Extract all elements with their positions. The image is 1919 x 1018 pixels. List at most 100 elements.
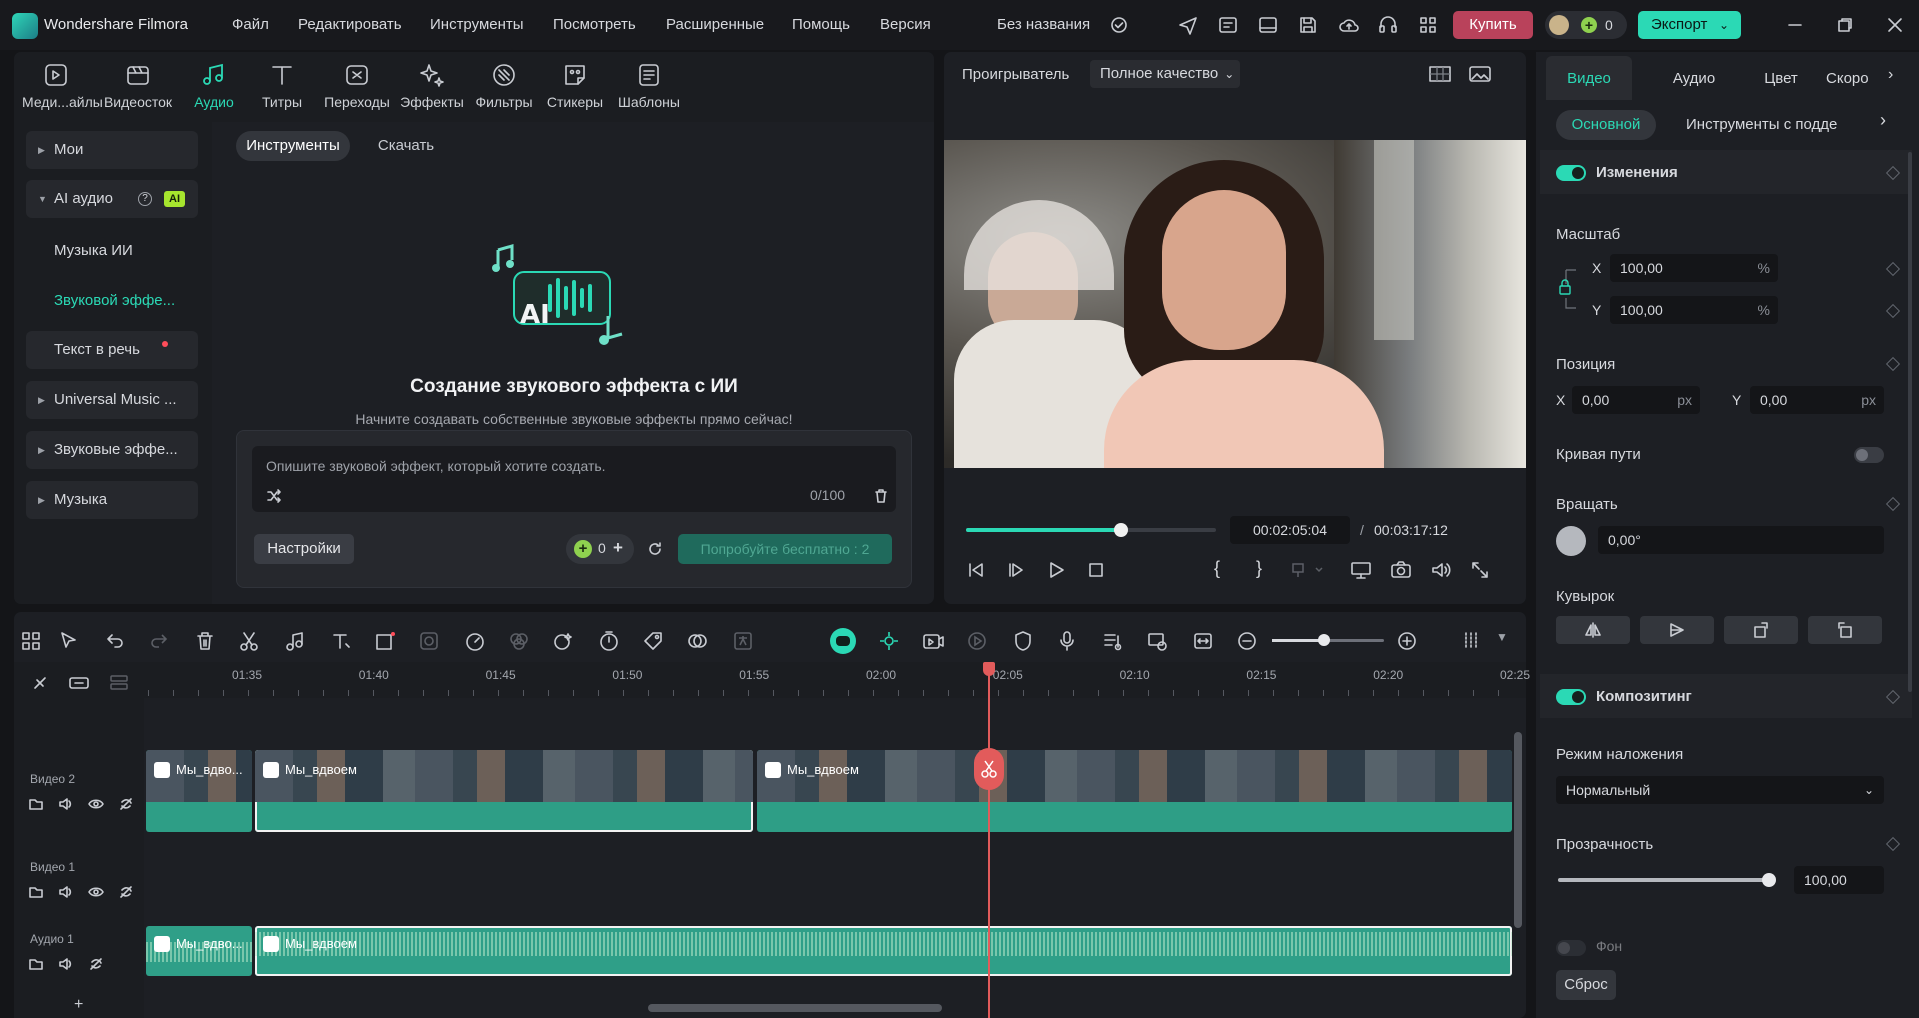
snapshot-image-icon[interactable] [1468,64,1492,84]
hide-track-icon[interactable] [88,956,104,972]
hide-track-icon[interactable] [118,884,134,900]
tab-filters[interactable]: Фильтры [470,60,538,110]
sidebar-item-universal-music[interactable]: ▶ Universal Music ... [26,381,198,419]
refresh-icon[interactable] [647,541,663,557]
track-stack-icon[interactable] [108,673,130,693]
rotate-ccw-button[interactable] [1808,616,1882,644]
scale-x-input[interactable]: 100,00% [1610,254,1778,282]
inspector-tab-audio[interactable]: Аудио [1654,70,1734,87]
keyframe-diamond-icon[interactable] [1885,356,1901,372]
avatar[interactable] [1549,15,1569,35]
keyframe-diamond-icon[interactable] [1885,836,1901,852]
crop-icon[interactable] [374,630,396,652]
zoom-out-icon[interactable] [1236,630,1258,652]
sidebar-item-tts[interactable]: Текст в речь [26,331,198,369]
redo-icon[interactable] [148,630,170,652]
play-icon[interactable] [1046,560,1066,580]
mark-out-icon[interactable]: } [1256,558,1262,579]
volume-icon[interactable] [1430,560,1452,580]
keyframe-diamond-icon[interactable] [1885,261,1901,277]
position-x-input[interactable]: 0,00 px [1572,386,1700,414]
sidebar-item-ai-music[interactable]: Музыка ИИ [54,242,133,259]
step-back-icon[interactable] [966,560,986,580]
restore-icon[interactable] [1836,16,1854,34]
inspector-tab-color[interactable]: Цвет [1746,70,1816,87]
settings-button[interactable]: Настройки [254,534,354,564]
background-toggle[interactable] [1556,940,1586,956]
menu-tools[interactable]: Инструменты [430,16,524,33]
audio-clip-selected[interactable]: Мы_вдвоем [255,926,1512,976]
trash-icon[interactable] [873,488,889,504]
shield-marker-icon[interactable] [1012,630,1034,652]
keyframe-diamond-icon[interactable] [1885,303,1901,319]
keyframe-diamond-icon[interactable] [1885,496,1901,512]
sidebar-item-music[interactable]: ▶ Музыка [26,481,198,519]
hide-track-icon[interactable] [118,796,134,812]
timeline-horizontal-scrollbar[interactable] [648,1004,942,1012]
subtab-download[interactable]: Скачать [366,131,446,161]
close-icon[interactable] [1886,16,1904,34]
subtab-tools[interactable]: Инструменты [236,131,350,161]
support-headset-icon[interactable] [1378,15,1398,35]
volume-icon[interactable] [58,796,74,812]
inspector-tab-speed[interactable]: Скоро [1826,70,1880,87]
send-icon[interactable] [1178,15,1198,35]
video-clip[interactable]: Мы_вдво... [146,750,252,832]
camera-snapshot-icon[interactable] [1390,560,1412,580]
eye-icon[interactable] [88,884,104,900]
audio-clip[interactable]: Мы_вдво... [146,926,252,976]
zoom-in-icon[interactable] [1396,630,1418,652]
menu-advanced[interactable]: Расширенные [666,16,764,33]
apps-grid-icon[interactable] [1418,15,1438,35]
tab-transitions[interactable]: Переходы [320,60,394,110]
playback-progress-handle[interactable] [1114,523,1128,537]
video-clip-selected[interactable]: Мы_вдвоем [255,750,753,832]
chevron-right-icon[interactable]: › [1880,110,1886,131]
opacity-input[interactable]: 100,00 [1794,866,1884,894]
play-frame-icon[interactable] [1006,560,1026,580]
sidebar-item-sound-effects[interactable]: ▶ Звуковые эффе... [26,431,198,469]
rotate-input[interactable]: 0,00° [1598,526,1884,554]
zoom-slider-handle[interactable] [1318,634,1330,646]
path-curve-toggle[interactable] [1854,447,1884,463]
ai-tools-icon[interactable] [552,630,574,652]
stop-icon[interactable] [1086,560,1106,580]
buy-button[interactable]: Купить [1453,11,1533,39]
eye-icon[interactable] [88,796,104,812]
minimize-icon[interactable] [1786,16,1804,34]
opacity-slider-handle[interactable] [1762,873,1776,887]
sidebar-item-ai-audio[interactable]: ▼ AI аудио ? AI [26,180,198,218]
layout-icon[interactable] [1258,15,1278,35]
tab-stock-video[interactable]: Видеосток [98,60,178,110]
tab-media[interactable]: Меди...айлы [22,60,103,110]
flip-vertical-button[interactable] [1640,616,1714,644]
timeline-vertical-scrollbar[interactable] [1514,732,1522,928]
display-monitor-icon[interactable] [1350,560,1372,580]
microphone-icon[interactable] [1056,630,1078,652]
opacity-slider-track[interactable] [1558,878,1768,882]
inspector-subtab-ai-tools[interactable]: Инструменты с подде [1686,116,1866,133]
changes-toggle[interactable] [1556,165,1586,181]
grid-view-icon[interactable] [1428,64,1452,84]
ai-mask-icon[interactable] [418,630,440,652]
sound-prompt-input[interactable]: Опишите звуковой эффект, который хотите … [252,446,896,512]
select-pointer-icon[interactable] [58,630,80,652]
fit-timeline-icon[interactable] [1192,630,1214,652]
split-marker[interactable] [974,748,1004,790]
playhead-handle[interactable] [983,662,995,676]
add-text-icon[interactable] [330,630,352,652]
quality-dropdown[interactable]: Полное качество ⌄ [1090,60,1241,88]
more-columns-icon[interactable] [1460,630,1482,652]
video-preview[interactable] [944,140,1526,468]
inspector-subtab-basic[interactable]: Основной [1556,110,1656,140]
menu-version[interactable]: Версия [880,16,931,33]
delete-icon[interactable] [194,630,216,652]
replace-media-icon[interactable] [1146,630,1168,652]
ai-copilot-icon[interactable] [830,628,856,654]
flip-horizontal-button[interactable] [1556,616,1630,644]
media-library-icon[interactable] [1218,15,1238,35]
menu-edit[interactable]: Редактировать [298,16,402,33]
playhead-line[interactable] [988,664,990,1018]
shuffle-icon[interactable] [266,488,282,504]
inspector-scrollbar[interactable] [1908,152,1912,692]
